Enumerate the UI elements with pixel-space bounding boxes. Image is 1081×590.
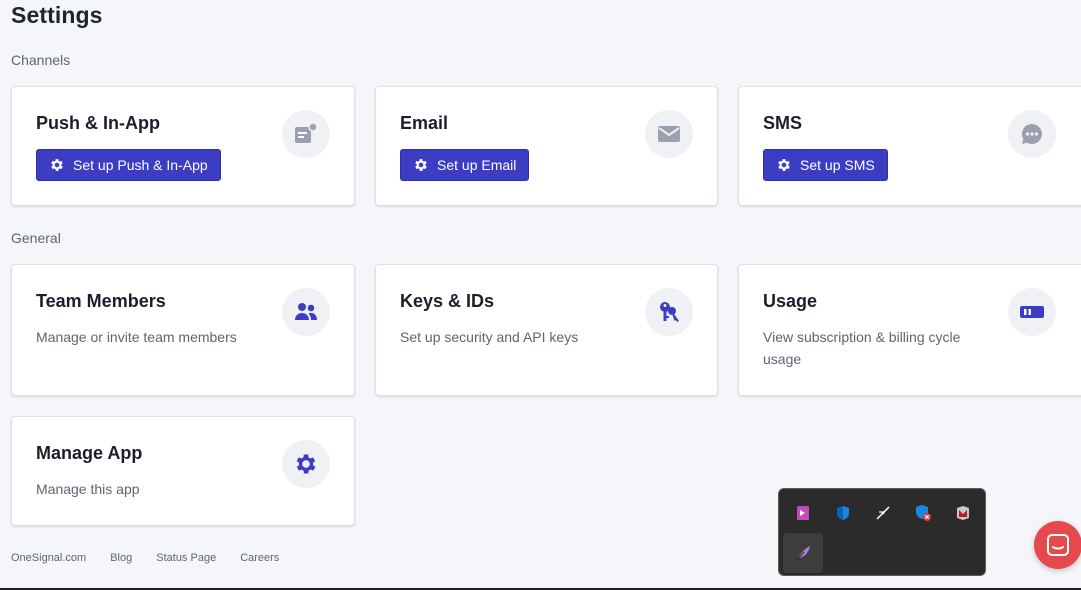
setup-email-button[interactable]: Set up Email [400,149,530,181]
footer-link-blog[interactable]: Blog [110,552,132,564]
tray-app-icon[interactable] [783,493,823,533]
security-shield-icon[interactable] [823,493,863,533]
card-manage-app[interactable]: Manage App Manage this app [11,416,355,526]
push-notification-icon [282,110,330,158]
page-title: Settings [11,2,103,28]
setup-button-label: Set up Email [437,157,517,173]
chat-bubble-icon [1008,110,1056,158]
feather-app-icon[interactable] [783,533,823,573]
setup-button-label: Set up Push & In-App [73,157,208,173]
footer-link-onesignal[interactable]: OneSignal.com [11,552,86,564]
card-title: Keys & IDs [400,291,495,311]
section-label-general: General [11,230,61,246]
card-title: SMS [763,113,803,133]
keys-icon [645,288,693,336]
card-description: Manage this app [36,481,140,497]
footer-link-status-page[interactable]: Status Page [156,552,216,564]
card-keys-ids[interactable]: Keys & IDs Set up security and API keys [375,264,718,396]
system-tray-overflow [778,488,986,576]
setup-sms-button[interactable]: Set up SMS [763,149,888,181]
gear-icon [778,159,790,171]
card-description: View subscription & billing cycle usage [763,329,961,367]
section-label-channels: Channels [11,52,71,68]
gear-icon [282,440,330,488]
pen-tool-icon[interactable] [863,493,903,533]
card-description: Manage or invite team members [36,329,237,345]
card-title: Usage [763,291,818,311]
gear-icon [415,159,427,171]
card-title: Team Members [36,291,166,311]
setup-button-label: Set up SMS [800,157,875,173]
defender-warning-icon[interactable] [903,493,943,533]
people-icon [282,288,330,336]
card-title: Email [400,113,449,133]
card-push-in-app: Push & In-App Set up Push & In-App [11,86,355,206]
mcafee-icon[interactable] [943,493,983,533]
card-title: Push & In-App [36,113,160,133]
card-sms: SMS Set up SMS [738,86,1081,206]
usage-meter-icon [1008,288,1056,336]
footer: OneSignal.com Blog Status Page Careers [11,552,303,564]
chat-support-button[interactable] [1034,521,1081,569]
card-team-members[interactable]: Team Members Manage or invite team membe… [11,264,355,396]
card-email: Email Set up Email [375,86,718,206]
envelope-icon [645,110,693,158]
card-usage[interactable]: Usage View subscription & billing cycle … [738,264,1081,396]
footer-link-careers[interactable]: Careers [240,552,279,564]
card-description: Set up security and API keys [400,329,579,345]
chat-icon [1047,534,1069,556]
setup-push-button[interactable]: Set up Push & In-App [36,149,221,181]
card-title: Manage App [36,443,143,463]
gear-icon [51,159,63,171]
